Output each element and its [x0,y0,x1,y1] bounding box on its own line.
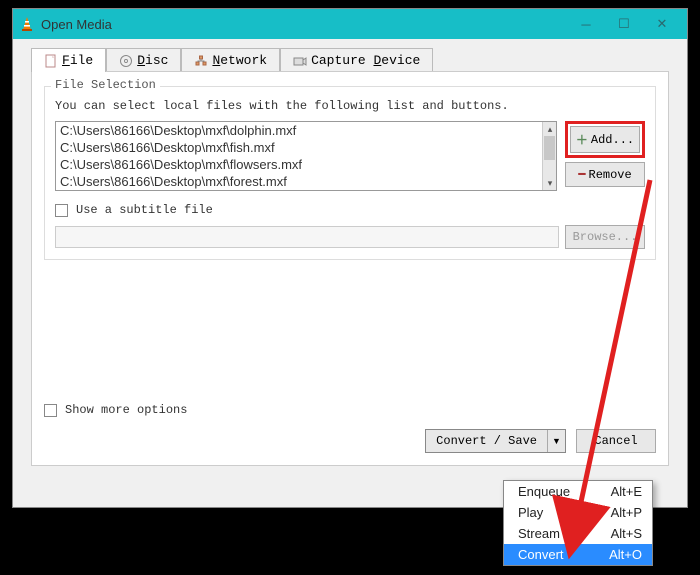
open-media-window: Open Media ─ ☐ ✕ File Disc Network [12,8,688,508]
file-icon [44,54,58,68]
plus-icon: ＋ [576,131,588,148]
menu-item-label: Stream [518,526,560,541]
add-button-highlight: ＋ Add... [565,121,645,158]
convert-save-dropdown-arrow[interactable]: ▼ [547,430,565,452]
file-selection-group: File Selection You can select local file… [44,86,656,260]
convert-save-menu: Enqueue Alt+E Play Alt+P Stream Alt+S Co… [503,480,653,566]
maximize-button[interactable]: ☐ [605,9,643,39]
browse-button-label: Browse... [573,230,638,244]
menu-item-label: Enqueue [518,484,570,499]
add-button[interactable]: ＋ Add... [570,126,640,153]
tab-file-label: File [62,53,93,68]
menu-item-shortcut: Alt+P [611,505,642,520]
browse-button: Browse... [565,225,645,249]
cancel-button-label: Cancel [594,434,637,448]
menu-item-enqueue[interactable]: Enqueue Alt+E [504,481,652,502]
chevron-down-icon: ▼ [552,436,561,446]
list-item[interactable]: C:\Users\86166\Desktop\mxf\flowsers.mxf [56,156,542,173]
menu-item-label: Play [518,505,543,520]
tab-capture[interactable]: Capture Device [280,48,433,72]
menu-item-shortcut: Alt+E [611,484,642,499]
window-title: Open Media [41,17,567,32]
add-button-label: Add... [591,133,634,147]
scroll-down-icon[interactable]: ▾ [543,176,557,190]
remove-button-label: Remove [589,168,632,182]
tab-disc-label: Disc [137,53,168,68]
show-more-label: Show more options [65,403,187,417]
show-more-row: Show more options [44,403,187,417]
menu-item-convert[interactable]: Convert Alt+O [504,544,652,565]
menu-item-shortcut: Alt+S [611,526,642,541]
scroll-thumb[interactable] [544,136,555,160]
show-more-checkbox[interactable] [44,404,57,417]
cancel-button[interactable]: Cancel [576,429,656,453]
remove-button[interactable]: ━ Remove [565,162,645,187]
file-selection-legend: File Selection [51,78,160,92]
convert-save-split-button: Convert / Save ▼ [425,429,566,453]
convert-save-button[interactable]: Convert / Save [426,430,547,452]
minimize-button[interactable]: ─ [567,9,605,39]
menu-item-stream[interactable]: Stream Alt+S [504,523,652,544]
menu-item-play[interactable]: Play Alt+P [504,502,652,523]
subtitle-checkbox[interactable] [55,204,68,217]
disc-icon [119,54,133,68]
tab-network-label: Network [212,53,267,68]
network-icon [194,54,208,68]
list-item[interactable]: C:\Users\86166\Desktop\mxf\dolphin.mxf [56,122,542,139]
tabs: File Disc Network Capture Device [13,39,687,71]
file-list[interactable]: C:\Users\86166\Desktop\mxf\dolphin.mxf C… [55,121,557,191]
capture-icon [293,54,307,68]
file-list-scrollbar[interactable]: ▴ ▾ [542,122,556,190]
list-item[interactable]: C:\Users\86166\Desktop\mxf\forest.mxf [56,173,542,190]
vlc-cone-icon [19,16,35,32]
tab-disc[interactable]: Disc [106,48,181,72]
titlebar: Open Media ─ ☐ ✕ [13,9,687,39]
close-button[interactable]: ✕ [643,9,681,39]
list-item[interactable]: C:\Users\86166\Desktop\mxf\fish.mxf [56,139,542,156]
tab-capture-label: Capture Device [311,53,420,68]
menu-item-label: Convert [518,547,564,562]
minus-icon: ━ [578,167,585,182]
tab-file[interactable]: File [31,48,106,72]
scroll-up-icon[interactable]: ▴ [543,122,557,136]
subtitle-path-input[interactable] [55,226,559,248]
tab-network[interactable]: Network [181,48,280,72]
subtitle-label: Use a subtitle file [76,203,213,217]
convert-save-label: Convert / Save [436,434,537,448]
tab-panel-file: File Selection You can select local file… [31,71,669,466]
menu-item-shortcut: Alt+O [609,547,642,562]
file-selection-hint: You can select local files with the foll… [55,99,645,113]
